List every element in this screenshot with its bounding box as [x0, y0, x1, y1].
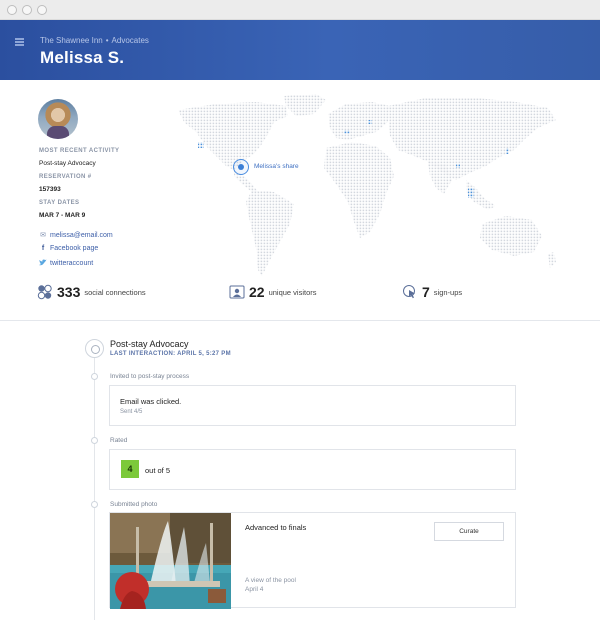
breadcrumb-section[interactable]: Advocates	[112, 36, 149, 45]
photo-submission-card: Advanced to finals Curate A view of the …	[109, 512, 516, 609]
social-connections-count: 333	[57, 284, 81, 300]
email-status-text: Email was clicked.	[120, 397, 182, 406]
timeline-dot	[91, 501, 98, 508]
avatar	[38, 99, 78, 139]
facebook-icon: f	[41, 245, 45, 252]
submitted-photo[interactable]	[110, 513, 231, 609]
world-map	[178, 94, 556, 276]
reservation-value: 157393	[39, 186, 61, 193]
timeline-dot	[91, 437, 98, 444]
rating-score: 4	[121, 460, 139, 478]
email-sent-date: Sent 4/5	[120, 409, 143, 415]
page-title: Melissa S.	[40, 48, 125, 67]
window-maximize-button[interactable]	[37, 5, 47, 15]
visitor-card-icon	[229, 284, 245, 300]
timeline-title: Post-stay Advocacy	[110, 339, 189, 349]
breadcrumb-venue[interactable]: The Shawnee Inn	[40, 36, 103, 45]
photo-caption-date: April 4	[245, 586, 264, 593]
signups-count: 7	[422, 284, 430, 300]
signups-label: sign-ups	[433, 287, 463, 297]
twitter-link[interactable]: twitteraccount	[39, 259, 93, 268]
breadcrumb: The Shawnee Inn • Advocates	[40, 36, 149, 45]
cursor-click-icon	[402, 284, 418, 300]
page-header: The Shawnee Inn • Advocates Melissa S.	[0, 20, 600, 80]
twitter-icon	[39, 259, 47, 268]
window-close-button[interactable]	[7, 5, 17, 15]
share-location-label: Melissa's share	[254, 163, 299, 170]
photo-status-text: Advanced to finals	[245, 523, 307, 532]
stat-unique-visitors: 22 unique visitors	[229, 284, 317, 300]
share-location-marker[interactable]	[233, 159, 249, 175]
unique-visitors-label: unique visitors	[268, 287, 317, 297]
facebook-text: Facebook page	[50, 245, 99, 252]
breadcrumb-separator: •	[105, 36, 109, 45]
email-status-card: Email was clicked. Sent 4/5	[109, 385, 516, 426]
twitter-text: twitteraccount	[50, 260, 94, 267]
reservation-label: RESERVATION #	[39, 174, 92, 180]
email-link[interactable]: ✉ melissa@email.com	[39, 231, 113, 240]
social-connections-label: social connections	[84, 287, 146, 297]
email-text: melissa@email.com	[50, 231, 113, 239]
stat-signups: 7 sign-ups	[402, 284, 462, 300]
people-icon	[37, 284, 53, 300]
stay-dates-value: MAR 7 - MAR 9	[39, 212, 86, 219]
stay-dates-label: STAY DATES	[39, 200, 80, 206]
rating-suffix: out of 5	[145, 466, 171, 475]
recent-activity-label: MOST RECENT ACTIVITY	[39, 148, 120, 154]
recent-activity-value: Post-stay Advocacy	[39, 160, 96, 167]
unique-visitors-count: 22	[249, 284, 265, 300]
window-minimize-button[interactable]	[22, 5, 32, 15]
advocacy-target-icon	[85, 339, 104, 358]
timeline-dot	[91, 373, 98, 380]
stat-social-connections: 333 social connections	[37, 284, 146, 300]
mail-icon: ✉	[40, 232, 46, 239]
timeline-step-label: Submitted photo	[110, 501, 158, 508]
facebook-link[interactable]: f Facebook page	[39, 245, 98, 252]
rating-card: 4 out of 5	[109, 449, 516, 490]
timeline-step-label: Invited to post-stay process	[110, 373, 190, 380]
timeline-line	[94, 358, 95, 620]
hamburger-menu-icon[interactable]	[15, 38, 24, 46]
timeline-step-label: Rated	[110, 437, 128, 444]
curate-button[interactable]: Curate	[434, 522, 504, 541]
browser-titlebar	[0, 0, 600, 20]
last-interaction: LAST INTERACTION: APRIL 5, 5:27 PM	[110, 351, 231, 357]
section-divider	[0, 320, 600, 321]
photo-caption: A view of the pool	[245, 577, 296, 584]
